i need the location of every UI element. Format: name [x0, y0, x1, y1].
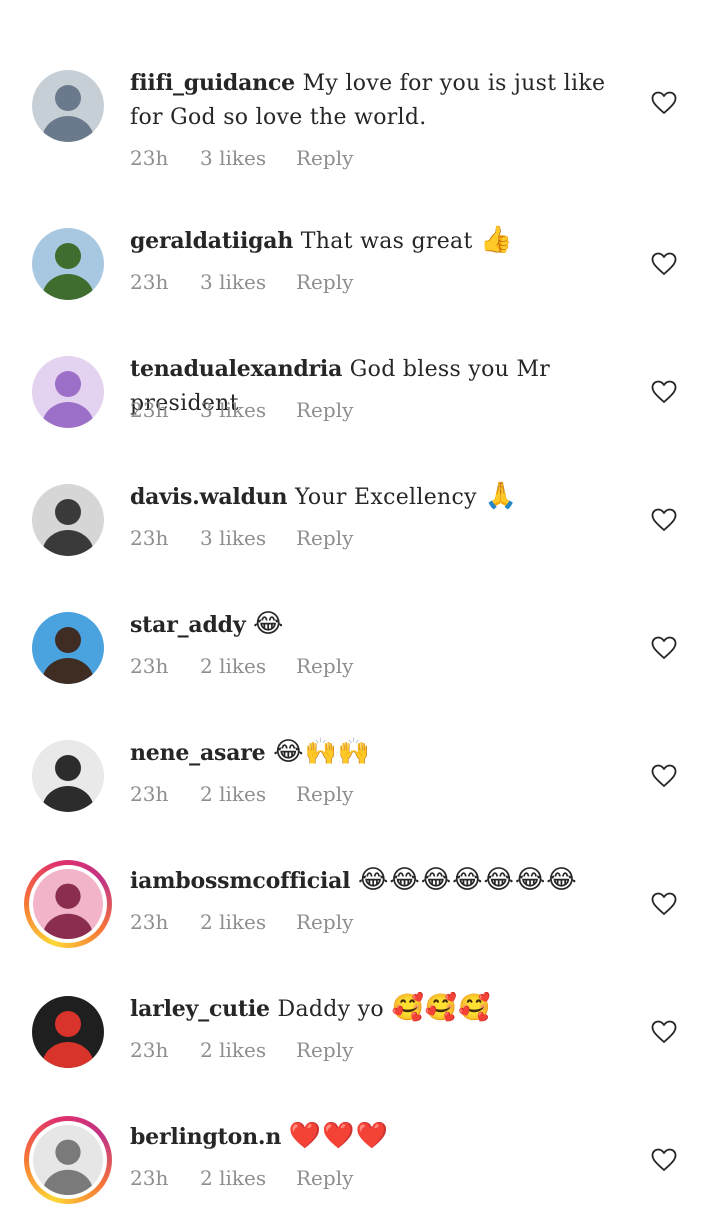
- comment-likes-count[interactable]: 3 likes: [200, 146, 266, 170]
- comment-likes-count[interactable]: 2 likes: [200, 782, 266, 806]
- comment-timestamp: 23h: [130, 782, 169, 806]
- comment-emoji: 😂😂😂😂😂😂😂: [357, 865, 578, 895]
- heart-outline-icon[interactable]: [651, 636, 677, 660]
- heart-outline-icon[interactable]: [651, 508, 677, 532]
- comment-likes-count[interactable]: 2 likes: [200, 1038, 266, 1062]
- comment-timestamp: 23h: [130, 526, 169, 550]
- reply-button[interactable]: Reply: [296, 526, 353, 550]
- comment-likes-count[interactable]: 2 likes: [200, 1166, 266, 1190]
- heart-outline-icon[interactable]: [651, 91, 677, 115]
- comment-username[interactable]: larley_cutie: [130, 996, 270, 1022]
- reply-button[interactable]: Reply: [296, 782, 353, 806]
- reply-button[interactable]: Reply: [296, 398, 353, 422]
- comment-timestamp: 23h: [130, 270, 169, 294]
- comment-timestamp: 23h: [130, 1166, 169, 1190]
- avatar[interactable]: [32, 612, 104, 684]
- comment-text-block: fiifi_guidance My love for you is just l…: [130, 66, 630, 134]
- avatar[interactable]: [32, 228, 104, 300]
- comment-body: Daddy yo: [277, 997, 384, 1022]
- comment-username[interactable]: nene_asare: [130, 740, 266, 766]
- comment-likes-count[interactable]: 3 likes: [200, 270, 266, 294]
- comment-emoji: 🙏: [484, 481, 518, 511]
- comment-username[interactable]: iambossmcofficial: [130, 868, 351, 894]
- comment-emoji: ❤️❤️❤️: [288, 1121, 389, 1151]
- avatar[interactable]: [24, 1116, 112, 1204]
- comment-timestamp: 23h: [130, 1038, 169, 1062]
- comment-username[interactable]: star_addy: [130, 612, 246, 638]
- comment-text-block: iambossmcofficial 😂😂😂😂😂😂😂: [130, 864, 630, 898]
- avatar[interactable]: [32, 484, 104, 556]
- comment-username[interactable]: geraldatiigah: [130, 228, 293, 254]
- avatar[interactable]: [32, 356, 104, 428]
- comment-text-block: davis.waldun Your Excellency 🙏: [130, 480, 630, 514]
- comment-likes-count[interactable]: 3 likes: [200, 398, 266, 422]
- reply-button[interactable]: Reply: [296, 1038, 353, 1062]
- comment-body: Your Excellency: [295, 485, 477, 510]
- comment-username[interactable]: berlington.n: [130, 1124, 281, 1150]
- comment-timestamp: 23h: [130, 910, 169, 934]
- comment-timestamp: 23h: [130, 654, 169, 678]
- reply-button[interactable]: Reply: [296, 910, 353, 934]
- comment-text-block: nene_asare 😂🙌🙌: [130, 736, 630, 770]
- reply-button[interactable]: Reply: [296, 1166, 353, 1190]
- heart-outline-icon[interactable]: [651, 380, 677, 404]
- comment-username[interactable]: fiifi_guidance: [130, 70, 295, 96]
- comment-text-block: berlington.n ❤️❤️❤️: [130, 1120, 630, 1154]
- comment-emoji: 😂: [253, 609, 285, 639]
- reply-button[interactable]: Reply: [296, 146, 353, 170]
- heart-outline-icon[interactable]: [651, 764, 677, 788]
- heart-outline-icon[interactable]: [651, 252, 677, 276]
- comments-list: fiifi_guidance My love for you is just l…: [0, 0, 718, 1230]
- comment-body: That was great: [300, 229, 473, 254]
- comment-emoji: 😂🙌🙌: [273, 737, 372, 767]
- comment-username[interactable]: davis.waldun: [130, 484, 288, 510]
- comment-likes-count[interactable]: 2 likes: [200, 654, 266, 678]
- comment-emoji: 🥰🥰🥰: [391, 993, 492, 1023]
- comment-text-block: geraldatiigah That was great 👍: [130, 224, 630, 258]
- comment-likes-count[interactable]: 2 likes: [200, 910, 266, 934]
- avatar[interactable]: [32, 740, 104, 812]
- comment-emoji: 👍: [480, 225, 514, 255]
- avatar[interactable]: [32, 70, 104, 142]
- heart-outline-icon[interactable]: [651, 1148, 677, 1172]
- comment-username[interactable]: tenadualexandria: [130, 356, 342, 382]
- comment-text-block: larley_cutie Daddy yo 🥰🥰🥰: [130, 992, 630, 1026]
- avatar[interactable]: [24, 860, 112, 948]
- avatar[interactable]: [32, 996, 104, 1068]
- heart-outline-icon[interactable]: [651, 1020, 677, 1044]
- comment-text-block: star_addy 😂: [130, 608, 630, 642]
- reply-button[interactable]: Reply: [296, 654, 353, 678]
- comment-likes-count[interactable]: 3 likes: [200, 526, 266, 550]
- reply-button[interactable]: Reply: [296, 270, 353, 294]
- comment-timestamp: 23h: [130, 146, 169, 170]
- heart-outline-icon[interactable]: [651, 892, 677, 916]
- comment-timestamp: 23h: [130, 398, 169, 422]
